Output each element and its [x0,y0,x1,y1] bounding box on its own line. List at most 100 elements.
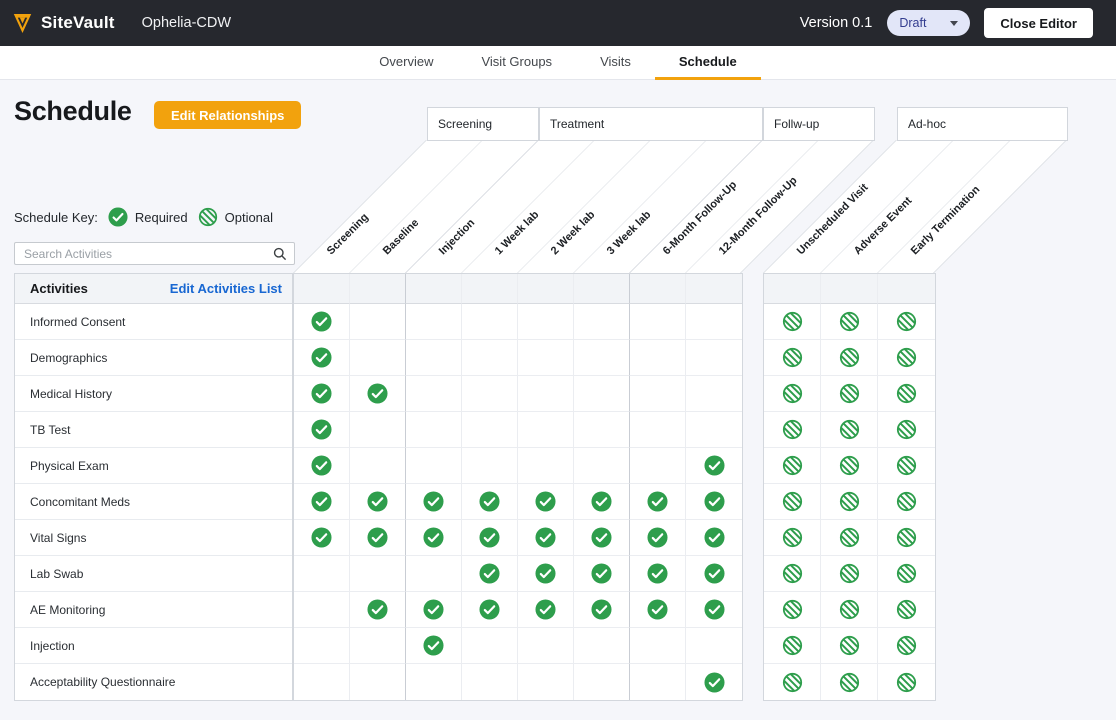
schedule-cell[interactable] [764,556,821,592]
schedule-cell[interactable] [350,448,406,484]
schedule-cell[interactable] [406,664,462,700]
schedule-cell[interactable] [294,448,350,484]
schedule-cell[interactable] [574,664,630,700]
schedule-cell[interactable] [350,664,406,700]
schedule-cell[interactable] [294,664,350,700]
schedule-cell[interactable] [764,304,821,340]
schedule-cell[interactable] [764,340,821,376]
schedule-cell[interactable] [764,592,821,628]
schedule-cell[interactable] [878,520,935,556]
schedule-cell[interactable] [686,484,742,520]
schedule-cell[interactable] [350,304,406,340]
schedule-cell[interactable] [764,376,821,412]
schedule-cell[interactable] [294,520,350,556]
schedule-cell[interactable] [518,556,574,592]
schedule-cell[interactable] [630,376,686,412]
schedule-cell[interactable] [462,376,518,412]
edit-activities-list-link[interactable]: Edit Activities List [170,281,282,296]
schedule-cell[interactable] [630,664,686,700]
schedule-cell[interactable] [406,628,462,664]
close-editor-button[interactable]: Close Editor [984,8,1093,38]
schedule-cell[interactable] [518,412,574,448]
schedule-cell[interactable] [630,556,686,592]
schedule-cell[interactable] [574,412,630,448]
schedule-cell[interactable] [821,592,878,628]
schedule-cell[interactable] [630,304,686,340]
tab-overview[interactable]: Overview [355,46,457,80]
schedule-cell[interactable] [518,484,574,520]
schedule-cell[interactable] [630,520,686,556]
schedule-cell[interactable] [350,628,406,664]
schedule-cell[interactable] [518,376,574,412]
schedule-cell[interactable] [821,628,878,664]
schedule-cell[interactable] [462,448,518,484]
schedule-cell[interactable] [630,448,686,484]
search-input[interactable] [15,247,273,261]
schedule-cell[interactable] [686,556,742,592]
tab-visits[interactable]: Visits [576,46,655,80]
schedule-cell[interactable] [686,448,742,484]
schedule-cell[interactable] [878,340,935,376]
schedule-cell[interactable] [630,592,686,628]
schedule-cell[interactable] [406,448,462,484]
schedule-cell[interactable] [462,664,518,700]
schedule-cell[interactable] [350,340,406,376]
schedule-cell[interactable] [462,628,518,664]
schedule-cell[interactable] [878,376,935,412]
schedule-cell[interactable] [406,304,462,340]
schedule-cell[interactable] [462,520,518,556]
status-dropdown[interactable]: Draft [887,10,970,36]
schedule-cell[interactable] [821,304,878,340]
schedule-cell[interactable] [294,376,350,412]
schedule-cell[interactable] [630,412,686,448]
schedule-cell[interactable] [764,664,821,700]
schedule-cell[interactable] [821,664,878,700]
schedule-cell[interactable] [518,628,574,664]
schedule-cell[interactable] [574,628,630,664]
schedule-cell[interactable] [821,340,878,376]
schedule-cell[interactable] [350,520,406,556]
schedule-cell[interactable] [686,376,742,412]
schedule-cell[interactable] [878,304,935,340]
schedule-cell[interactable] [686,664,742,700]
schedule-cell[interactable] [574,304,630,340]
schedule-cell[interactable] [764,448,821,484]
schedule-cell[interactable] [350,556,406,592]
schedule-cell[interactable] [462,340,518,376]
schedule-cell[interactable] [821,520,878,556]
schedule-cell[interactable] [878,556,935,592]
schedule-cell[interactable] [574,340,630,376]
schedule-cell[interactable] [630,340,686,376]
schedule-cell[interactable] [406,340,462,376]
schedule-cell[interactable] [630,484,686,520]
schedule-cell[interactable] [878,412,935,448]
schedule-cell[interactable] [462,412,518,448]
schedule-cell[interactable] [764,628,821,664]
schedule-cell[interactable] [574,520,630,556]
schedule-cell[interactable] [350,376,406,412]
schedule-cell[interactable] [878,592,935,628]
schedule-cell[interactable] [764,484,821,520]
schedule-cell[interactable] [686,520,742,556]
schedule-cell[interactable] [518,592,574,628]
schedule-cell[interactable] [462,592,518,628]
edit-relationships-button[interactable]: Edit Relationships [154,101,301,129]
schedule-cell[interactable] [294,556,350,592]
schedule-cell[interactable] [406,412,462,448]
schedule-cell[interactable] [574,592,630,628]
schedule-cell[interactable] [406,376,462,412]
schedule-cell[interactable] [821,376,878,412]
schedule-cell[interactable] [878,664,935,700]
schedule-cell[interactable] [821,412,878,448]
schedule-cell[interactable] [294,592,350,628]
schedule-cell[interactable] [878,628,935,664]
schedule-cell[interactable] [821,484,878,520]
schedule-cell[interactable] [518,448,574,484]
schedule-cell[interactable] [574,484,630,520]
schedule-cell[interactable] [406,592,462,628]
schedule-cell[interactable] [686,340,742,376]
schedule-cell[interactable] [686,592,742,628]
schedule-cell[interactable] [406,484,462,520]
schedule-cell[interactable] [686,628,742,664]
schedule-cell[interactable] [462,556,518,592]
